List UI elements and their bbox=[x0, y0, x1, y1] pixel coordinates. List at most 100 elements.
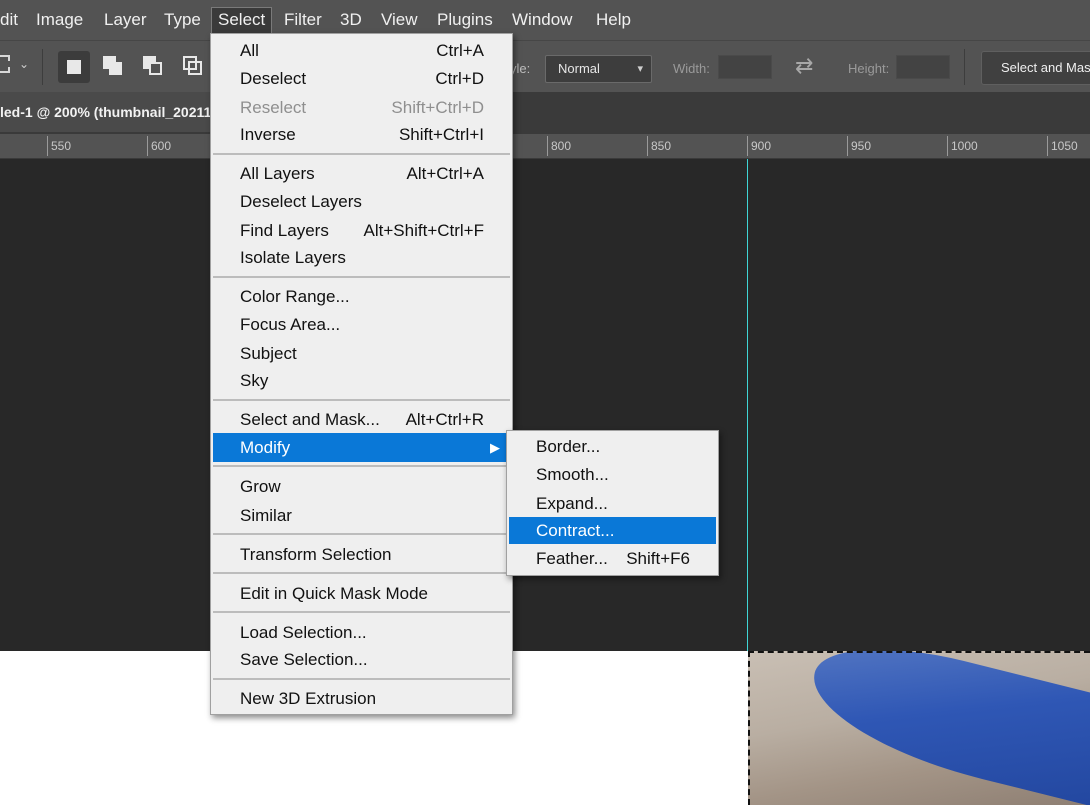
menu-item-focus-area[interactable]: Focus Area... bbox=[213, 311, 510, 338]
divider bbox=[42, 49, 43, 85]
style-select[interactable]: Normal ▾ bbox=[545, 55, 652, 83]
width-input[interactable] bbox=[718, 55, 772, 79]
document-tab-bar: led-1 @ 200% (thumbnail_202111 bbox=[0, 92, 1090, 134]
menu-help[interactable]: Help bbox=[590, 7, 637, 33]
intersect-selection-icon-part bbox=[188, 61, 202, 75]
style-label: yle: bbox=[510, 61, 531, 76]
menu-item-label: Transform Selection bbox=[240, 545, 392, 564]
menu-separator bbox=[213, 611, 510, 613]
document-tab-title: led-1 @ 200% (thumbnail_202111 bbox=[0, 104, 219, 120]
menu-item-sky[interactable]: Sky bbox=[213, 367, 510, 394]
menu-item-shortcut: Alt+Ctrl+R bbox=[405, 410, 484, 429]
menu-item-shortcut: Shift+F6 bbox=[626, 549, 690, 568]
intersect-selection-button[interactable] bbox=[178, 51, 210, 83]
chevron-down-icon[interactable]: ⌄ bbox=[19, 57, 29, 71]
menu-type[interactable]: Type bbox=[158, 7, 207, 33]
new-selection-icon bbox=[67, 60, 81, 74]
submenu-arrow-icon: ▶ bbox=[490, 440, 500, 455]
menu-item-modify[interactable]: Modify ▶ bbox=[213, 433, 510, 462]
submenu-item-expand[interactable]: Expand... bbox=[509, 490, 716, 517]
menu-item-grow[interactable]: Grow bbox=[213, 473, 510, 500]
menu-item-label: Border... bbox=[536, 437, 601, 456]
menu-item-save-selection[interactable]: Save Selection... bbox=[213, 646, 510, 673]
marquee-tool-icon[interactable] bbox=[0, 55, 10, 73]
menu-item-shortcut: Shift+Ctrl+D bbox=[391, 98, 484, 117]
menu-item-subject[interactable]: Subject bbox=[213, 340, 510, 367]
ruler-tick: 600 bbox=[147, 136, 171, 156]
menu-item-load-selection[interactable]: Load Selection... bbox=[213, 619, 510, 646]
submenu-item-border[interactable]: Border... bbox=[509, 433, 716, 460]
modify-submenu: Border... Smooth... Expand... Contract..… bbox=[506, 430, 719, 576]
menu-item-reselect: Reselect Shift+Ctrl+D bbox=[213, 94, 510, 121]
add-selection-icon-part bbox=[109, 62, 122, 75]
submenu-item-contract[interactable]: Contract... bbox=[509, 517, 716, 544]
selection-marquee bbox=[748, 651, 1090, 805]
menu-item-transform-selection[interactable]: Transform Selection bbox=[213, 541, 510, 568]
menu-item-label: Focus Area... bbox=[240, 315, 341, 334]
menu-image[interactable]: Image bbox=[30, 7, 89, 33]
menu-item-label: New 3D Extrusion bbox=[240, 689, 377, 708]
select-menu-dropdown: All Ctrl+A Deselect Ctrl+D Reselect Shift+C… bbox=[210, 33, 513, 715]
menu-item-label: Smooth... bbox=[536, 465, 609, 484]
menu-item-label: Isolate Layers bbox=[240, 248, 346, 267]
new-selection-button[interactable] bbox=[58, 51, 90, 83]
menu-select[interactable]: Select bbox=[211, 7, 273, 33]
menu-item-shortcut: Alt+Shift+Ctrl+F bbox=[363, 221, 484, 240]
subtract-from-selection-button[interactable] bbox=[138, 51, 170, 83]
style-value: Normal bbox=[558, 61, 600, 76]
menu-view[interactable]: View bbox=[375, 7, 424, 33]
menu-separator bbox=[213, 678, 510, 680]
menu-item-all[interactable]: All Ctrl+A bbox=[213, 37, 510, 64]
menu-plugins[interactable]: Plugins bbox=[431, 7, 499, 33]
subtract-selection-icon-part bbox=[149, 62, 162, 75]
menu-3d[interactable]: 3D bbox=[334, 7, 368, 33]
menu-edit[interactable]: dit bbox=[0, 7, 24, 33]
menu-item-label: Grow bbox=[240, 477, 281, 496]
menu-separator bbox=[213, 465, 510, 467]
add-to-selection-button[interactable] bbox=[98, 51, 130, 83]
menu-item-label: Load Selection... bbox=[240, 623, 367, 642]
menu-separator bbox=[213, 153, 510, 155]
menu-filter[interactable]: Filter bbox=[278, 7, 328, 33]
submenu-item-feather[interactable]: Feather... Shift+F6 bbox=[509, 545, 716, 572]
menu-window[interactable]: Window bbox=[506, 7, 578, 33]
menu-item-find-layers[interactable]: Find Layers Alt+Shift+Ctrl+F bbox=[213, 217, 510, 244]
menu-item-deselect-layers[interactable]: Deselect Layers bbox=[213, 188, 510, 215]
menu-item-label: Sky bbox=[240, 371, 269, 390]
ruler-tick: 800 bbox=[547, 136, 571, 156]
menu-item-label: Edit in Quick Mask Mode bbox=[240, 584, 429, 603]
menu-item-deselect[interactable]: Deselect Ctrl+D bbox=[213, 65, 510, 92]
height-label: Height: bbox=[848, 61, 890, 76]
ruler-tick: 1050 bbox=[1047, 136, 1078, 156]
menu-item-select-and-mask[interactable]: Select and Mask... Alt+Ctrl+R bbox=[213, 406, 510, 433]
swap-icon[interactable]: ⇄ bbox=[795, 53, 813, 79]
ruler-tick: 950 bbox=[847, 136, 871, 156]
menu-item-all-layers[interactable]: All Layers Alt+Ctrl+A bbox=[213, 160, 510, 187]
menu-item-label: Similar bbox=[240, 506, 292, 525]
ruler-tick: 550 bbox=[47, 136, 71, 156]
menu-item-label: All bbox=[240, 41, 259, 60]
document-tab[interactable]: led-1 @ 200% (thumbnail_202111 bbox=[0, 92, 230, 132]
menu-item-inverse[interactable]: Inverse Shift+Ctrl+I bbox=[213, 121, 510, 148]
menu-item-shortcut: Shift+Ctrl+I bbox=[398, 125, 484, 144]
select-and-mask-button[interactable]: Select and Mask... bbox=[981, 51, 1090, 85]
menu-item-label: Inverse bbox=[240, 125, 296, 144]
menu-item-shortcut: Ctrl+D bbox=[435, 69, 484, 88]
menu-item-isolate-layers[interactable]: Isolate Layers bbox=[213, 244, 510, 271]
menu-layer[interactable]: Layer bbox=[98, 7, 153, 33]
menu-item-label: All Layers bbox=[240, 164, 315, 183]
vertical-guide[interactable] bbox=[747, 159, 748, 651]
menu-item-color-range[interactable]: Color Range... bbox=[213, 283, 510, 310]
menu-item-label: Deselect Layers bbox=[240, 192, 362, 211]
menu-item-new-3d-extrusion[interactable]: New 3D Extrusion bbox=[213, 685, 510, 712]
image-layer[interactable] bbox=[748, 651, 1090, 805]
menu-item-similar[interactable]: Similar bbox=[213, 502, 510, 529]
menu-item-shortcut: Alt+Ctrl+A bbox=[406, 164, 484, 183]
menu-item-label: Color Range... bbox=[240, 287, 350, 306]
menu-separator bbox=[213, 533, 510, 535]
submenu-item-smooth[interactable]: Smooth... bbox=[509, 461, 716, 488]
height-input[interactable] bbox=[896, 55, 950, 79]
menu-item-quick-mask[interactable]: Edit in Quick Mask Mode bbox=[213, 580, 510, 607]
horizontal-ruler[interactable]: 550 600 650 700 750 800 850 900 950 1000… bbox=[0, 134, 1090, 159]
menu-item-label: Modify bbox=[240, 438, 291, 457]
